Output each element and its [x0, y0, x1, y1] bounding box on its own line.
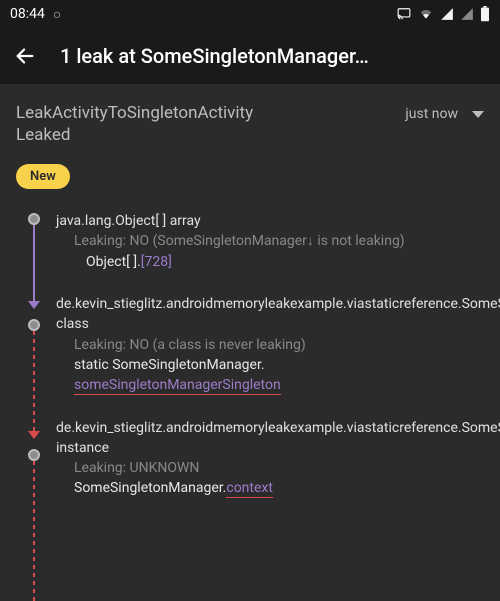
wifi-icon: [418, 7, 434, 21]
trace-block[interactable]: java.lang.Object[ ] array Leaking: NO (S…: [56, 211, 500, 272]
trace-class: java.lang.Object[ ] array: [56, 213, 201, 229]
signal-icon-2: [460, 7, 474, 21]
leak-title-line1: LeakActivityToSingletonActivity: [16, 102, 253, 124]
trace-ref-prefix: static SomeSingletonManager.: [74, 357, 265, 373]
status-dot-icon: ○: [53, 6, 61, 23]
trace-ref-prefix: SomeSingletonManager.: [74, 480, 226, 496]
trace-line-red: [33, 331, 35, 431]
battery-icon: [480, 6, 490, 22]
trace-line-purple: [33, 225, 35, 301]
app-bar: 1 leak at SomeSingletonManager…: [0, 28, 500, 84]
main-content: LeakActivityToSingletonActivity Leaked j…: [0, 84, 500, 521]
trace-block[interactable]: de.kevin_stieglitz.androidmemoryleakexam…: [56, 294, 500, 395]
trace-ref-link: [728]: [141, 254, 172, 270]
status-bar: 08:44 ○: [0, 0, 500, 28]
app-bar-title: 1 leak at SomeSingletonManager…: [60, 44, 369, 68]
leak-trace: java.lang.Object[ ] array Leaking: NO (S…: [16, 211, 484, 521]
leak-title-line2: Leaked: [16, 124, 253, 146]
trace-arrow-red-icon: [28, 431, 40, 439]
time-dropdown[interactable]: just now: [405, 106, 484, 122]
cast-icon: [396, 7, 412, 21]
trace-class: de.kevin_stieglitz.androidmemoryleakexam…: [56, 296, 500, 332]
trace-ref-link: someSingletonManagerSingleton: [74, 377, 281, 395]
leak-time: just now: [405, 106, 458, 122]
chevron-down-icon: [472, 111, 484, 118]
trace-leaking-status: Leaking: NO (SomeSingletonManager↓ is no…: [56, 231, 500, 251]
leak-header: LeakActivityToSingletonActivity Leaked j…: [16, 102, 484, 146]
trace-ref-prefix: Object[ ].: [86, 254, 141, 270]
trace-node-icon: [28, 213, 40, 225]
trace-block[interactable]: de.kevin_stieglitz.androidmemoryleakexam…: [56, 418, 500, 499]
signal-icon: [440, 7, 454, 21]
trace-node-icon: [28, 319, 40, 331]
trace-node-icon: [28, 449, 40, 461]
back-arrow-icon[interactable]: [14, 45, 36, 67]
status-time: 08:44: [10, 6, 45, 22]
trace-ref-link: context: [226, 480, 273, 498]
trace-class: de.kevin_stieglitz.androidmemoryleakexam…: [56, 420, 500, 456]
trace-arrow-purple-icon: [28, 301, 40, 309]
trace-gutter: [16, 211, 56, 521]
new-badge: New: [16, 164, 70, 189]
trace-leaking-status: Leaking: UNKNOWN: [56, 458, 500, 478]
trace-line-red: [33, 461, 35, 601]
trace-leaking-status: Leaking: NO (a class is never leaking): [56, 335, 500, 355]
